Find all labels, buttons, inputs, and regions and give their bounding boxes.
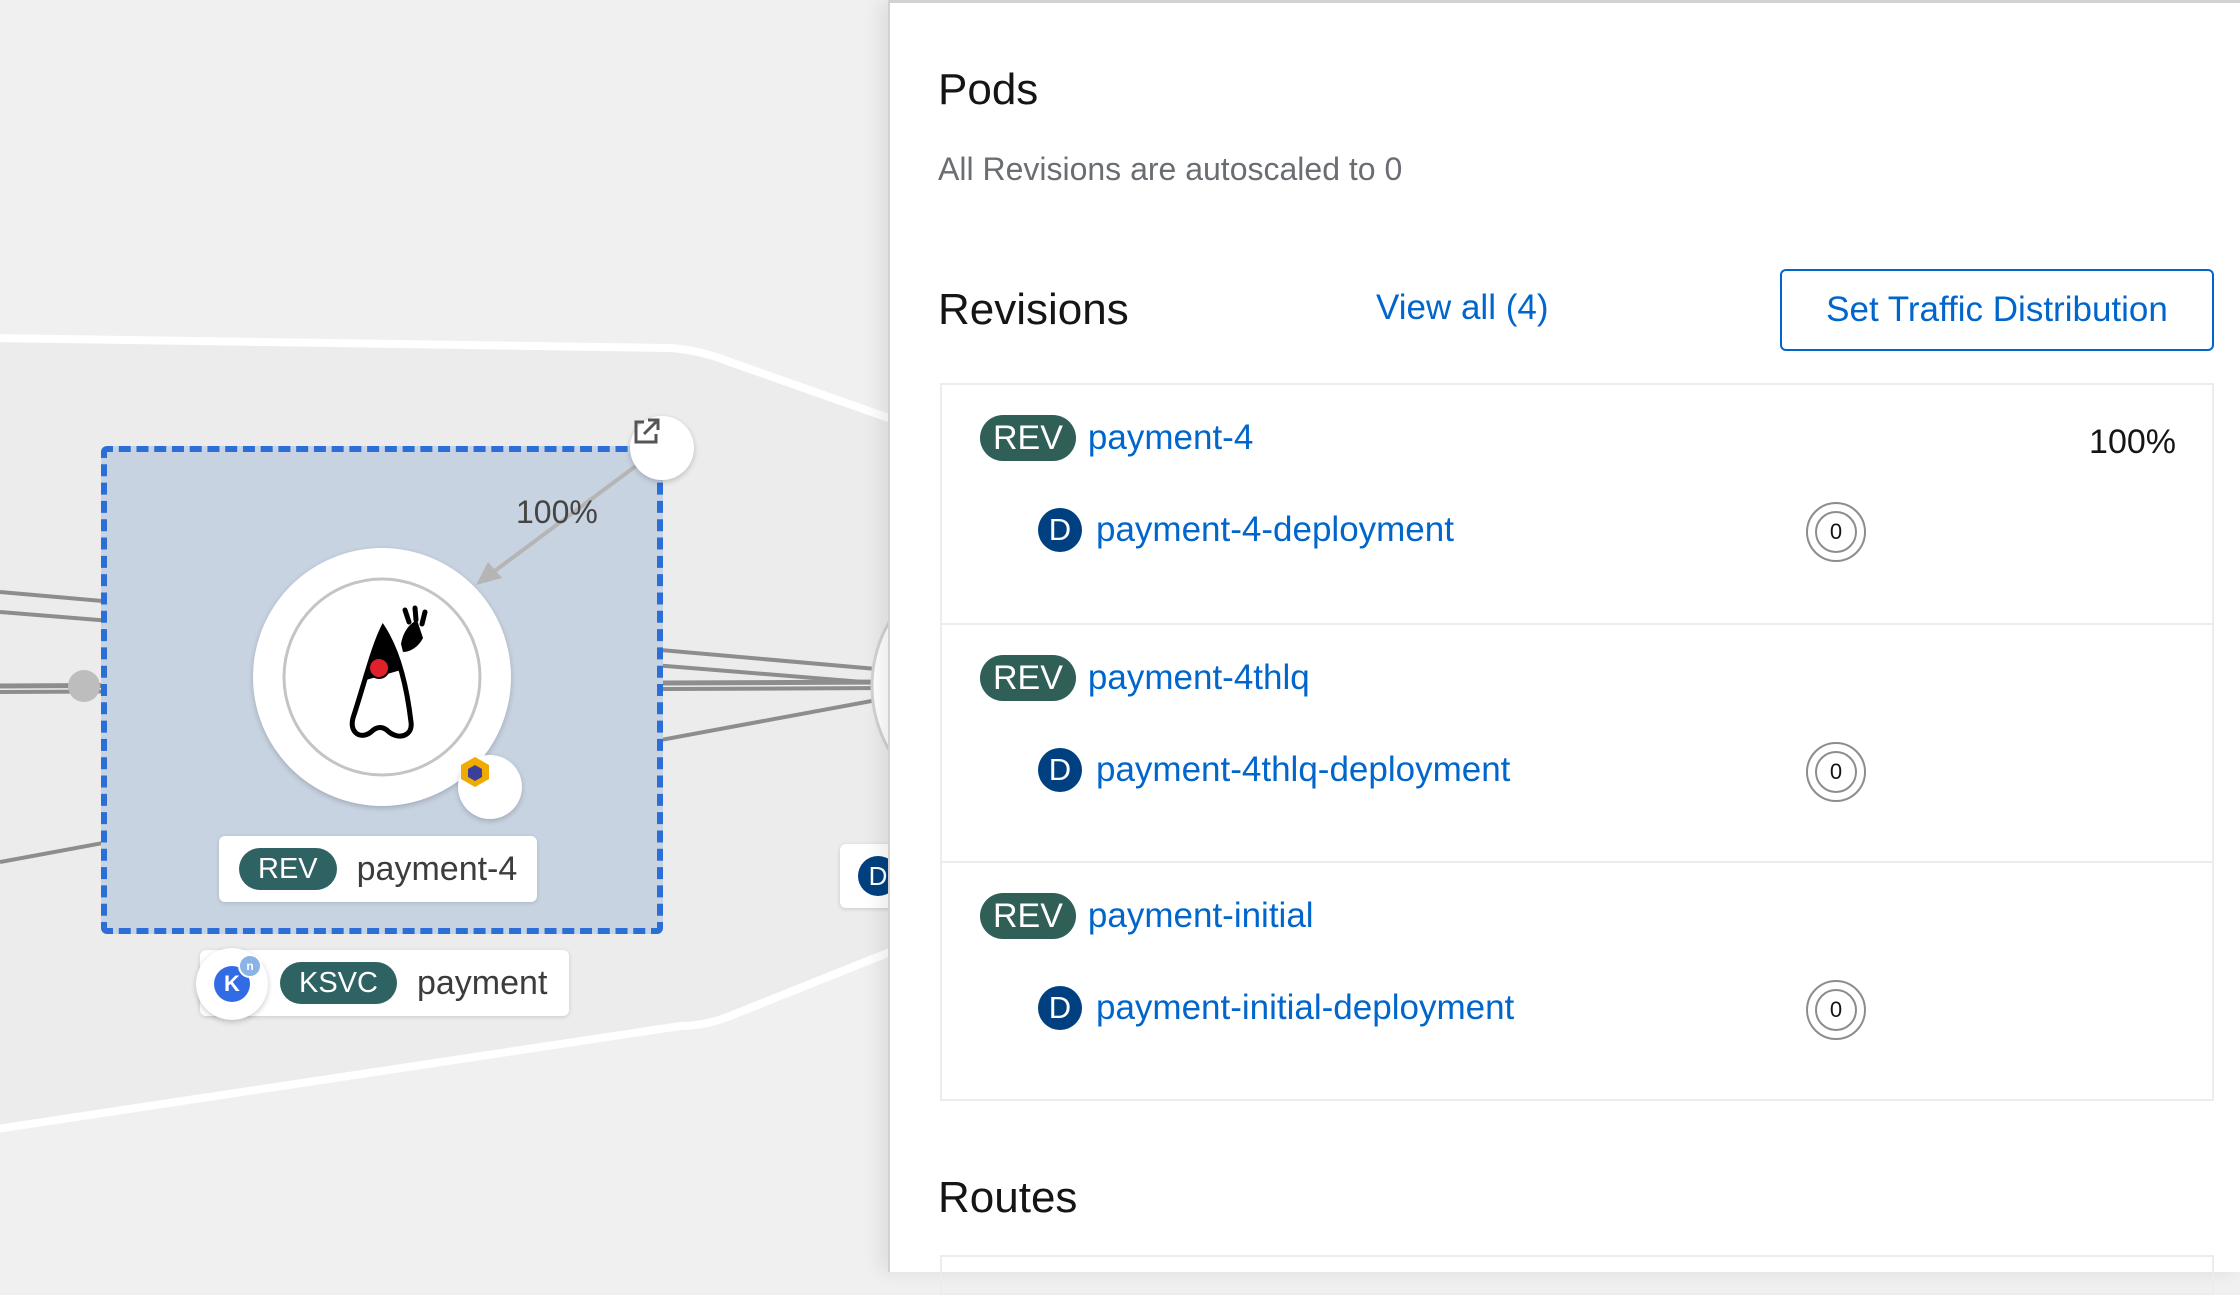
deployment-link[interactable]: payment-4thlq-deployment bbox=[1096, 750, 1510, 790]
routes-list bbox=[940, 1255, 2214, 1295]
set-traffic-distribution-button[interactable]: Set Traffic Distribution bbox=[1780, 269, 2214, 351]
revision-link[interactable]: payment-4thlq bbox=[1088, 658, 1310, 698]
routes-heading: Routes bbox=[938, 1173, 1078, 1222]
service-node-name: payment bbox=[416, 963, 548, 1002]
build-decorator-icon[interactable] bbox=[458, 755, 522, 819]
revision-traffic-percent: 100% bbox=[2089, 423, 2176, 461]
view-all-revisions-link[interactable]: View all (4) bbox=[1376, 288, 1548, 328]
revision-link[interactable]: payment-4 bbox=[1088, 418, 1253, 458]
revision-item: REV payment-4thlq D payment-4thlq-deploy… bbox=[942, 623, 2212, 861]
revision-item: REV payment-initial D payment-initial-de… bbox=[942, 861, 2212, 1099]
deployment-link[interactable]: payment-4-deployment bbox=[1096, 510, 1454, 550]
pod-count-ring[interactable]: 0 bbox=[1806, 742, 1866, 802]
topology-canvas[interactable]: 100% REV payment-4 KSVC payment K n D bbox=[0, 0, 888, 1272]
rev-badge: REV bbox=[239, 848, 337, 890]
revision-node-label[interactable]: REV payment-4 bbox=[219, 836, 538, 902]
knative-service-icon: K n bbox=[196, 948, 268, 1020]
revision-item: REV payment-4 100% D payment-4-deploymen… bbox=[942, 385, 2212, 623]
edge-junction-dot bbox=[68, 670, 100, 702]
rev-badge: REV bbox=[980, 655, 1076, 701]
side-panel: Pods All Revisions are autoscaled to 0 R… bbox=[888, 0, 2240, 1295]
deployment-badge: D bbox=[1038, 748, 1082, 792]
revisions-heading: Revisions bbox=[938, 285, 1129, 334]
pod-count: 0 bbox=[1815, 989, 1857, 1031]
pods-status-text: All Revisions are autoscaled to 0 bbox=[938, 151, 1403, 187]
revision-node-name: payment-4 bbox=[356, 849, 518, 888]
open-url-icon[interactable] bbox=[630, 416, 694, 480]
pod-count: 0 bbox=[1815, 751, 1857, 793]
ksvc-badge: KSVC bbox=[280, 962, 397, 1004]
pod-count-ring[interactable]: 0 bbox=[1806, 502, 1866, 562]
rev-badge: REV bbox=[980, 893, 1076, 939]
pod-count-ring[interactable]: 0 bbox=[1806, 980, 1866, 1040]
deployment-badge: D bbox=[1038, 508, 1082, 552]
traffic-percent-label: 100% bbox=[516, 494, 598, 530]
deployment-badge: D bbox=[1038, 986, 1082, 1030]
revision-link[interactable]: payment-initial bbox=[1088, 896, 1314, 936]
deployment-link[interactable]: payment-initial-deployment bbox=[1096, 988, 1514, 1028]
pods-heading: Pods bbox=[938, 65, 1039, 114]
rev-badge: REV bbox=[980, 415, 1076, 461]
pod-count: 0 bbox=[1815, 511, 1857, 553]
partial-node-label[interactable]: D bbox=[840, 844, 888, 908]
revisions-list: REV payment-4 100% D payment-4-deploymen… bbox=[940, 383, 2214, 1101]
